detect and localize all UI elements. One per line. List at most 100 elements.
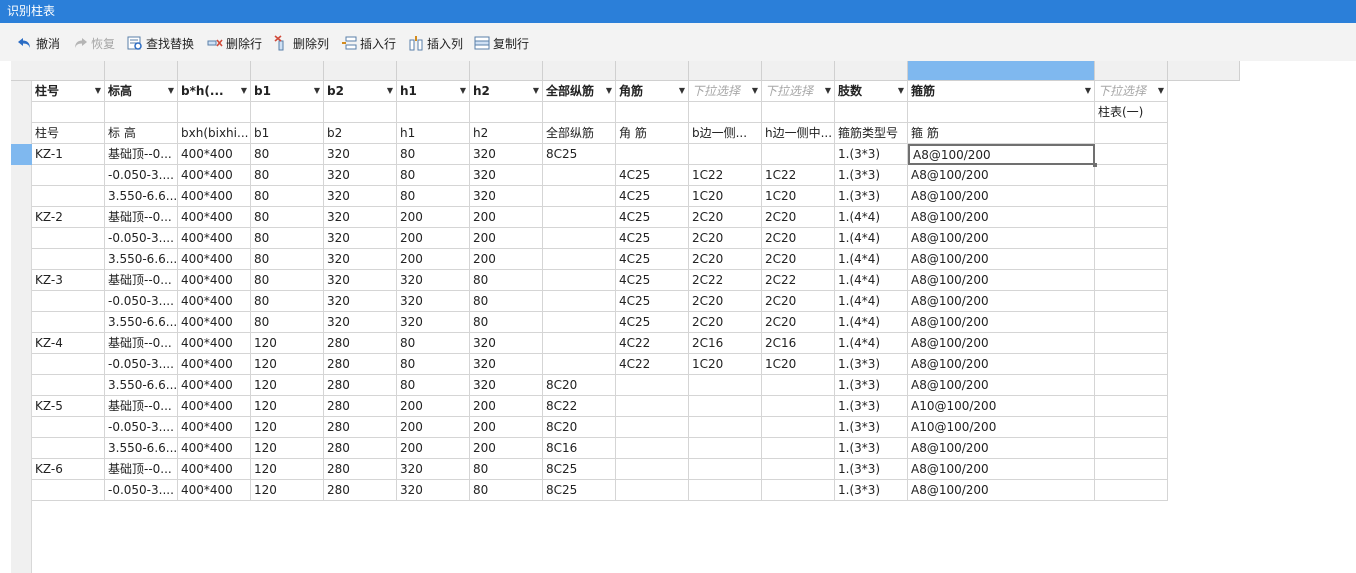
table-cell[interactable] bbox=[689, 144, 762, 165]
table-cell[interactable]: 200 bbox=[470, 417, 543, 438]
table-cell[interactable]: 80 bbox=[251, 270, 324, 291]
table-cell[interactable]: 320 bbox=[470, 354, 543, 375]
table-cell[interactable]: 80 bbox=[397, 186, 470, 207]
table-cell[interactable] bbox=[32, 249, 105, 270]
caption-cell-5[interactable] bbox=[324, 102, 397, 123]
grid-corner[interactable] bbox=[11, 61, 33, 81]
source-header-cell-3[interactable]: bxh(bixhi... bbox=[178, 123, 251, 144]
table-cell[interactable] bbox=[689, 480, 762, 501]
table-cell[interactable] bbox=[762, 375, 835, 396]
table-cell[interactable]: 400*400 bbox=[178, 375, 251, 396]
column-header-5[interactable] bbox=[324, 61, 397, 81]
table-cell[interactable] bbox=[32, 291, 105, 312]
table-cell[interactable] bbox=[32, 417, 105, 438]
table-cell[interactable]: 80 bbox=[470, 312, 543, 333]
table-cell[interactable]: 1.(3*3) bbox=[835, 354, 908, 375]
table-cell[interactable]: 80 bbox=[251, 165, 324, 186]
table-cell[interactable]: 200 bbox=[470, 207, 543, 228]
table-cell[interactable]: 320 bbox=[324, 291, 397, 312]
table-cell[interactable]: 基础顶--0... bbox=[105, 270, 178, 291]
caption-cell-11[interactable] bbox=[762, 102, 835, 123]
caption-cell-6[interactable] bbox=[397, 102, 470, 123]
table-cell[interactable] bbox=[1095, 207, 1168, 228]
table-cell[interactable]: 80 bbox=[397, 354, 470, 375]
table-cell[interactable]: 80 bbox=[397, 165, 470, 186]
table-cell[interactable]: 320 bbox=[397, 291, 470, 312]
table-cell[interactable]: 280 bbox=[324, 333, 397, 354]
table-cell[interactable] bbox=[616, 438, 689, 459]
column-header-8[interactable] bbox=[543, 61, 616, 81]
table-cell[interactable]: A8@100/200 bbox=[908, 270, 1095, 291]
table-cell[interactable]: -0.050-3.... bbox=[105, 165, 178, 186]
table-cell[interactable]: A8@100/200 bbox=[908, 375, 1095, 396]
table-cell[interactable]: 120 bbox=[251, 417, 324, 438]
table-cell[interactable] bbox=[1095, 249, 1168, 270]
table-cell[interactable]: A8@100/200 bbox=[908, 333, 1095, 354]
table-cell[interactable] bbox=[762, 438, 835, 459]
table-cell[interactable]: 320 bbox=[470, 333, 543, 354]
table-cell[interactable]: 200 bbox=[397, 249, 470, 270]
caption-cell-2[interactable] bbox=[105, 102, 178, 123]
column-header-11[interactable] bbox=[762, 61, 835, 81]
table-cell[interactable]: KZ-3 bbox=[32, 270, 105, 291]
table-cell[interactable]: -0.050-3.... bbox=[105, 417, 178, 438]
table-cell[interactable] bbox=[1095, 417, 1168, 438]
table-cell[interactable]: A8@100/200 bbox=[908, 186, 1095, 207]
table-cell[interactable] bbox=[616, 375, 689, 396]
table-cell[interactable]: 2C20 bbox=[689, 228, 762, 249]
source-header-cell-12[interactable]: 箍筋类型号 bbox=[835, 123, 908, 144]
table-cell[interactable] bbox=[543, 333, 616, 354]
header-dropdown-5[interactable]: b2 ▼ bbox=[324, 81, 397, 102]
table-cell[interactable]: KZ-2 bbox=[32, 207, 105, 228]
table-cell[interactable] bbox=[1095, 165, 1168, 186]
source-header-cell-2[interactable]: 标 高 bbox=[105, 123, 178, 144]
chevron-down-icon[interactable]: ▼ bbox=[1158, 81, 1164, 101]
caption-cell-12[interactable] bbox=[835, 102, 908, 123]
header-dropdown-13[interactable]: 箍筋 ▼ bbox=[908, 81, 1095, 102]
column-header-4[interactable] bbox=[251, 61, 324, 81]
table-cell[interactable]: 80 bbox=[251, 291, 324, 312]
table-cell[interactable]: 4C25 bbox=[616, 270, 689, 291]
table-cell[interactable]: 80 bbox=[251, 312, 324, 333]
header-dropdown-12[interactable]: 肢数 ▼ bbox=[835, 81, 908, 102]
table-cell[interactable]: 120 bbox=[251, 375, 324, 396]
table-cell[interactable]: 320 bbox=[324, 312, 397, 333]
table-cell[interactable]: 200 bbox=[470, 438, 543, 459]
table-cell[interactable]: 400*400 bbox=[178, 312, 251, 333]
chevron-down-icon[interactable]: ▼ bbox=[679, 81, 685, 101]
table-cell[interactable]: A8@100/200 bbox=[908, 144, 1095, 165]
table-cell[interactable]: 320 bbox=[324, 144, 397, 165]
table-cell[interactable]: 4C25 bbox=[616, 291, 689, 312]
table-cell[interactable]: 320 bbox=[397, 312, 470, 333]
table-cell[interactable]: A8@100/200 bbox=[908, 165, 1095, 186]
column-header-7[interactable] bbox=[470, 61, 543, 81]
table-cell[interactable]: 1.(4*4) bbox=[835, 312, 908, 333]
table-cell[interactable]: 280 bbox=[324, 396, 397, 417]
table-cell[interactable] bbox=[32, 228, 105, 249]
table-cell[interactable]: 8C25 bbox=[543, 459, 616, 480]
table-cell[interactable]: 280 bbox=[324, 417, 397, 438]
table-cell[interactable] bbox=[32, 165, 105, 186]
copy-row-button[interactable]: 复制行 bbox=[474, 33, 529, 53]
table-cell[interactable]: 400*400 bbox=[178, 396, 251, 417]
table-cell[interactable]: 80 bbox=[470, 270, 543, 291]
table-cell[interactable]: 1C20 bbox=[762, 186, 835, 207]
table-cell[interactable]: 320 bbox=[470, 165, 543, 186]
table-cell[interactable]: 2C20 bbox=[689, 249, 762, 270]
table-cell[interactable]: 1.(4*4) bbox=[835, 228, 908, 249]
table-cell[interactable]: 400*400 bbox=[178, 417, 251, 438]
table-cell[interactable]: 1.(3*3) bbox=[835, 396, 908, 417]
table-cell[interactable] bbox=[1095, 354, 1168, 375]
table-cell[interactable]: 80 bbox=[397, 333, 470, 354]
chevron-down-icon[interactable]: ▼ bbox=[168, 81, 174, 101]
table-cell[interactable] bbox=[32, 375, 105, 396]
table-cell[interactable]: 1.(3*3) bbox=[835, 480, 908, 501]
table-cell[interactable]: KZ-1 bbox=[32, 144, 105, 165]
table-cell[interactable]: 320 bbox=[397, 459, 470, 480]
table-cell[interactable]: 200 bbox=[397, 396, 470, 417]
table-cell[interactable]: 120 bbox=[251, 438, 324, 459]
table-cell[interactable] bbox=[543, 249, 616, 270]
table-cell[interactable]: 320 bbox=[397, 480, 470, 501]
table-cell[interactable] bbox=[32, 312, 105, 333]
table-cell[interactable] bbox=[1095, 459, 1168, 480]
